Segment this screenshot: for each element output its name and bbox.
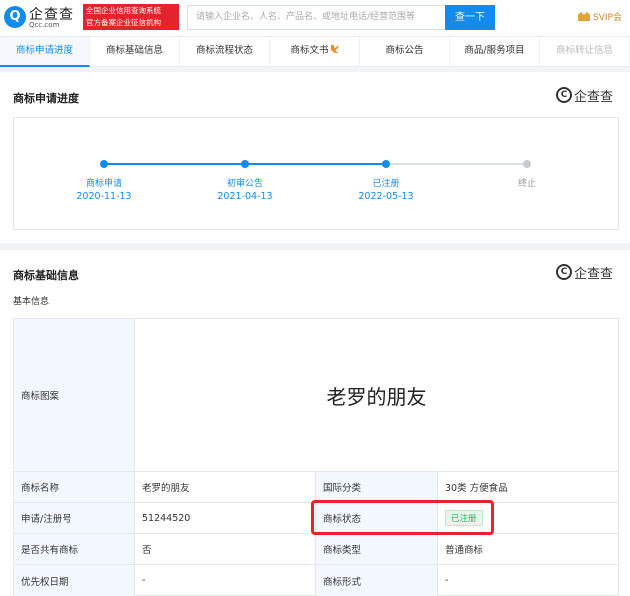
- label-intl-class: 国际分类: [316, 472, 438, 502]
- label-shared-trademark: 是否共有商标: [14, 534, 135, 564]
- svip-label: SVIP会: [593, 13, 622, 23]
- progress-watermark: C 企查查: [556, 86, 622, 105]
- vip-flag-icon: [330, 45, 339, 53]
- step-date-2: 2021-04-13: [217, 191, 273, 202]
- value-priority-date: -: [135, 565, 316, 596]
- qcc-watermark-icon: C: [556, 264, 572, 280]
- step-dot-1: [100, 160, 108, 168]
- basic-info-watermark: C 企查查: [556, 263, 622, 282]
- trademark-image: 老罗的朋友: [326, 384, 427, 409]
- value-trademark-form: -: [445, 575, 449, 586]
- label-trademark-form: 商标形式: [316, 565, 438, 596]
- step-dot-3: [382, 160, 390, 168]
- tab-label: 商标申请进度: [15, 45, 73, 56]
- step-label-3: 已注册: [372, 179, 400, 189]
- tab-transfer-info[interactable]: 商标转让信息: [540, 37, 630, 67]
- tab-label: 商品/服务项目: [464, 45, 525, 56]
- value-reg-number: 51244520: [135, 503, 316, 533]
- logo-icon: Q: [4, 6, 26, 28]
- step-label-2: 初审公告: [226, 179, 263, 189]
- tab-bar: 商标申请进度 商标基础信息 商标流程状态 商标文书 商标公告 商品/服务项目 商…: [0, 36, 630, 67]
- tab-label: 商标转让信息: [555, 45, 613, 56]
- value-trademark-type: 普通商标: [445, 545, 484, 556]
- svip-link[interactable]: SVIP会: [578, 10, 622, 23]
- step-label-4: 终止: [517, 179, 536, 189]
- step-date-1: 2020-11-13: [76, 191, 132, 202]
- table-row: 优先权日期 - 商标形式 -: [14, 565, 618, 596]
- basic-info-subtitle: 基本信息: [13, 297, 50, 307]
- logo-domain: Qcc.com: [29, 21, 60, 29]
- tab-process-status[interactable]: 商标流程状态: [180, 37, 270, 67]
- value-intl-class[interactable]: 30类 方便食品: [438, 472, 618, 502]
- qcc-logo[interactable]: Q 企查查 Qcc.com: [4, 4, 82, 32]
- basic-info-table: 商标图案 老罗的朋友 商标名称 老罗的朋友 国际分类 30类 方便食品 申请/注…: [13, 318, 619, 596]
- progress-timeline: 商标申请 2020-11-13 初审公告 2021-04-13 已注册 2022…: [13, 117, 619, 230]
- table-row-image: 商标图案 老罗的朋友: [14, 319, 618, 472]
- step-dot-4: [523, 160, 531, 168]
- top-header: Q 企查查 Qcc.com 全国企业信用查询系统 官方备案企业征信机构 请输入企…: [0, 0, 630, 36]
- watermark-text: 企查查: [574, 267, 614, 282]
- tab-label: 商标公告: [385, 45, 424, 56]
- tab-label: 商标基础信息: [105, 45, 163, 56]
- table-row: 是否共有商标 否 商标类型 普通商标: [14, 534, 618, 565]
- tab-basic-info[interactable]: 商标基础信息: [90, 37, 180, 67]
- basic-info-title: 商标基础信息: [13, 269, 79, 282]
- search-input[interactable]: 请输入企业名、人名、产品名、或地址电话/经营范围等: [187, 5, 445, 30]
- label-reg-number: 申请/注册号: [14, 503, 135, 533]
- tab-goods-services[interactable]: 商品/服务项目: [450, 37, 540, 67]
- value-trademark-name: 老罗的朋友: [135, 472, 316, 502]
- tab-application-progress[interactable]: 商标申请进度: [0, 37, 90, 67]
- table-row: 商标名称 老罗的朋友 国际分类 30类 方便食品: [14, 472, 618, 503]
- step-label-1: 商标申请: [85, 179, 122, 189]
- label-trademark-image: 商标图案: [14, 319, 135, 471]
- step-dot-2: [241, 160, 249, 168]
- tab-announcements[interactable]: 商标公告: [360, 37, 450, 67]
- qcc-watermark-icon: C: [556, 87, 572, 103]
- tab-label: 商标文书: [290, 45, 329, 56]
- search-button[interactable]: 查一下: [445, 5, 495, 30]
- progress-track-pending: [386, 163, 527, 165]
- badge-line-1: 全国企业信用查询系统: [86, 6, 161, 15]
- official-badge[interactable]: 全国企业信用查询系统 官方备案企业征信机构: [83, 4, 179, 30]
- label-trademark-name: 商标名称: [14, 472, 135, 502]
- progress-title: 商标申请进度: [13, 92, 79, 105]
- tab-label: 商标流程状态: [195, 45, 253, 56]
- watermark-text: 企查查: [574, 90, 614, 105]
- label-priority-date: 优先权日期: [14, 565, 135, 596]
- label-trademark-type: 商标类型: [316, 534, 438, 564]
- badge-line-2: 官方备案企业征信机构: [86, 18, 161, 27]
- status-highlight-box: [311, 500, 494, 535]
- tab-documents[interactable]: 商标文书: [270, 37, 360, 67]
- step-date-3: 2022-05-13: [358, 191, 414, 202]
- value-shared-trademark: 否: [135, 534, 316, 564]
- crown-icon: [578, 12, 590, 21]
